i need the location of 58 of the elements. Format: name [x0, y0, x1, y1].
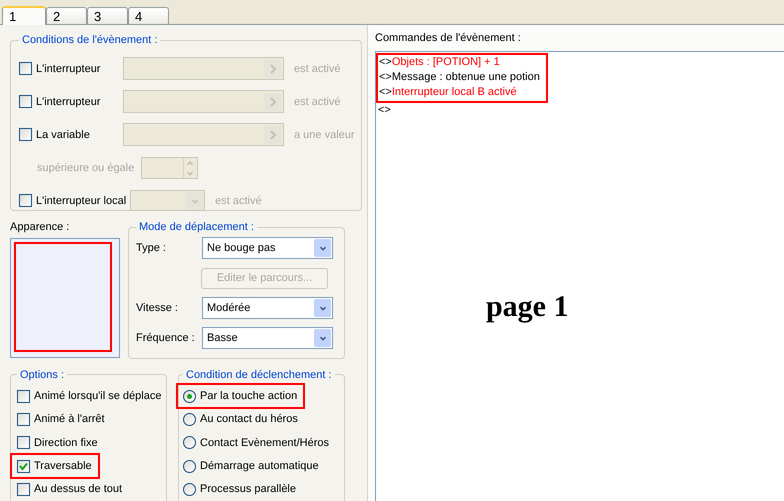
- caret-icon: [314, 299, 331, 317]
- command-line[interactable]: <>Objets : [POTION] + 1: [379, 55, 540, 70]
- radio-label: Processus parallèle: [200, 483, 296, 496]
- tab[interactable]: 1: [2, 6, 46, 25]
- checkbox[interactable]: [17, 436, 30, 450]
- checkbox[interactable]: [17, 412, 30, 426]
- more-icon: [264, 126, 281, 144]
- radio-button[interactable]: [183, 482, 196, 496]
- group-title: Options :: [19, 368, 66, 381]
- checkbox[interactable]: [17, 460, 30, 473]
- caret-icon: [314, 239, 331, 257]
- condition-text: supérieure ou égale: [37, 162, 134, 174]
- radio-label: Contact Evènement/Héros: [200, 436, 330, 449]
- checkbox-label: Direction fixe: [34, 436, 98, 449]
- radio-label: Démarrage automatique: [200, 460, 319, 472]
- radio-label: Au contact du héros: [200, 413, 298, 426]
- checkbox[interactable]: [17, 482, 30, 496]
- list-title: Commandes de l'évènement :: [375, 32, 522, 46]
- caret-icon: [186, 192, 204, 210]
- dropdown[interactable]: Basse: [202, 327, 333, 349]
- group-title: Mode de déplacement :: [138, 221, 255, 233]
- field-label: Vitesse :: [136, 302, 179, 314]
- dropdown[interactable]: Ne bouge pas: [202, 237, 333, 259]
- tab[interactable]: 3: [87, 7, 128, 24]
- caret-icon: [314, 329, 331, 347]
- tab[interactable]: 4: [128, 7, 169, 24]
- radio-button[interactable]: [183, 460, 196, 473]
- group-title: Conditions de l'évènement :: [21, 34, 158, 46]
- checkbox-label: Animé à l'arrêt: [34, 413, 105, 426]
- appearance-preview[interactable]: [10, 238, 120, 358]
- checkbox-label: Traversable: [34, 460, 92, 472]
- dropdown[interactable]: Modérée: [202, 297, 333, 319]
- condition-text: est activé: [294, 62, 340, 74]
- command-line[interactable]: <>Interrupteur local B activé: [379, 85, 540, 100]
- command-line[interactable]: <>: [378, 103, 784, 118]
- appearance-label: Apparence :: [10, 221, 70, 233]
- radio-button[interactable]: [183, 390, 196, 403]
- checkbox-label: Animé lorsqu'il se déplace: [34, 390, 162, 402]
- page-caption: page 1: [486, 290, 568, 324]
- radio-label: Par la touche action: [200, 390, 298, 402]
- condition-text: est activé: [215, 194, 262, 206]
- field-label: Fréquence :: [136, 332, 196, 344]
- checkbox-label: L'interrupteur local: [36, 194, 126, 206]
- checkbox[interactable]: [17, 390, 30, 403]
- tab[interactable]: 2: [46, 7, 87, 24]
- radio-button[interactable]: [183, 412, 196, 426]
- group-title: Condition de déclenchement :: [185, 368, 333, 381]
- field-label: Type :: [136, 242, 167, 254]
- command-line[interactable]: <>Message : obtenue une potion: [379, 70, 540, 85]
- checkbox-label: L'interrupteur: [36, 96, 102, 108]
- radio-button[interactable]: [183, 436, 196, 450]
- more-icon: [264, 60, 281, 78]
- checkbox-label: Au dessus de tout: [34, 483, 122, 496]
- checkbox-label: L'interrupteur: [36, 62, 102, 74]
- condition-text: a une valeur: [294, 128, 355, 140]
- more-icon: [264, 92, 281, 110]
- checkbox-label: La variable: [36, 128, 91, 140]
- condition-text: est activé: [294, 96, 340, 108]
